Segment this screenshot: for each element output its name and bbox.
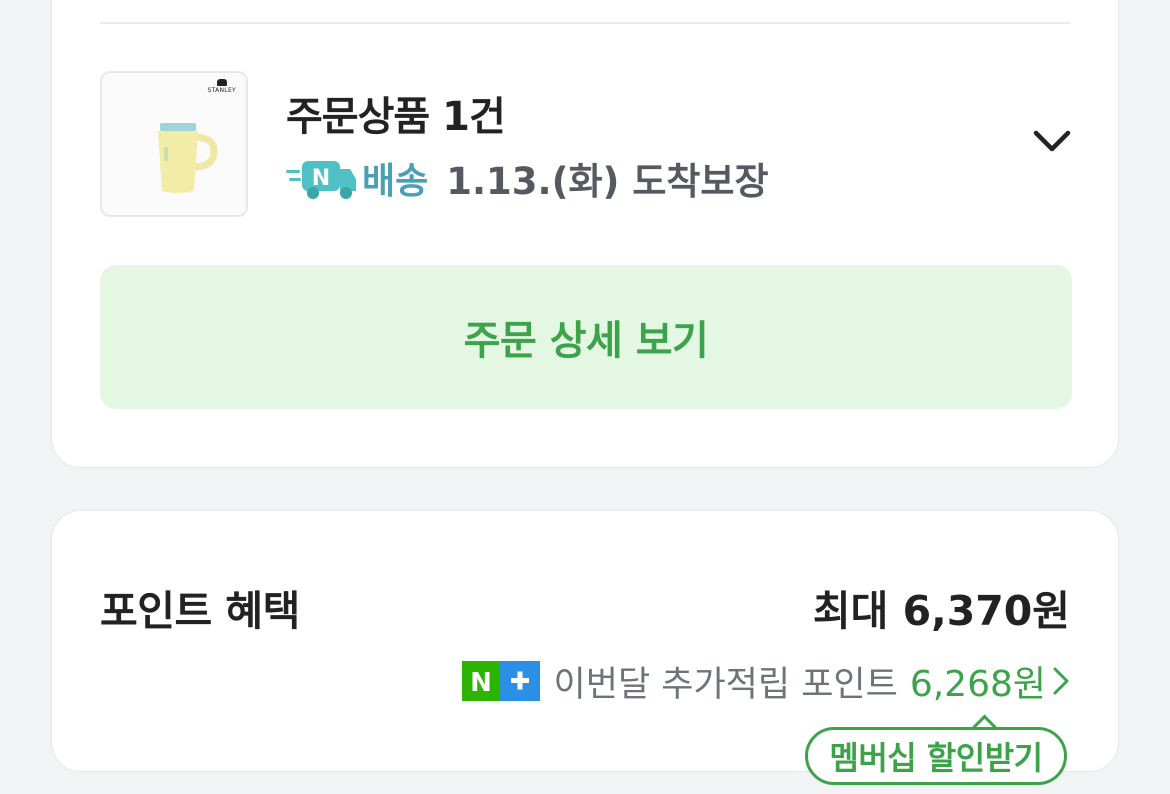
order-item-count: 주문상품 1건 — [286, 94, 506, 140]
naver-plus-icon: N — [461, 661, 540, 701]
bonus-points-link[interactable]: N 이번달 추가적립 포인트 6,268원 — [461, 659, 1070, 705]
order-detail-button[interactable]: 주문 상세 보기 — [100, 265, 1072, 409]
tumbler-image — [158, 123, 218, 193]
membership-discount-button[interactable]: 멤버십 할인받기 — [805, 727, 1067, 785]
order-card: STANLEY 주문상품 1건 N 배송 1.13.(화) 도착보장 주문 상세… — [51, 0, 1119, 468]
delivery-date: 1.13.(화) 도착보장 — [446, 160, 769, 203]
product-thumbnail[interactable]: STANLEY — [100, 71, 248, 217]
delivery-badge-label: 배송 — [362, 161, 429, 202]
n-delivery-truck-icon: N — [286, 161, 356, 199]
svg-text:N: N — [470, 668, 492, 698]
order-detail-label: 주문 상세 보기 — [463, 318, 709, 364]
bonus-points-value: 6,268원 — [909, 664, 1046, 705]
delivery-info: N 배송 1.13.(화) 도착보장 — [286, 154, 769, 203]
points-total: 최대 6,370원 — [812, 587, 1070, 635]
membership-discount-label: 멤버십 할인받기 — [829, 739, 1043, 777]
points-title: 포인트 혜택 — [100, 587, 300, 635]
chevron-right-icon — [1053, 667, 1069, 695]
svg-text:N: N — [312, 166, 330, 191]
chevron-down-icon[interactable] — [1032, 127, 1072, 157]
divider — [100, 22, 1070, 24]
bonus-points-label: 이번달 추가적립 포인트 — [553, 664, 898, 705]
brand-logo: STANLEY — [208, 79, 237, 94]
points-card: 포인트 혜택 최대 6,370원 N 이번달 추가적립 포인트 6,268원 멤… — [51, 510, 1119, 785]
